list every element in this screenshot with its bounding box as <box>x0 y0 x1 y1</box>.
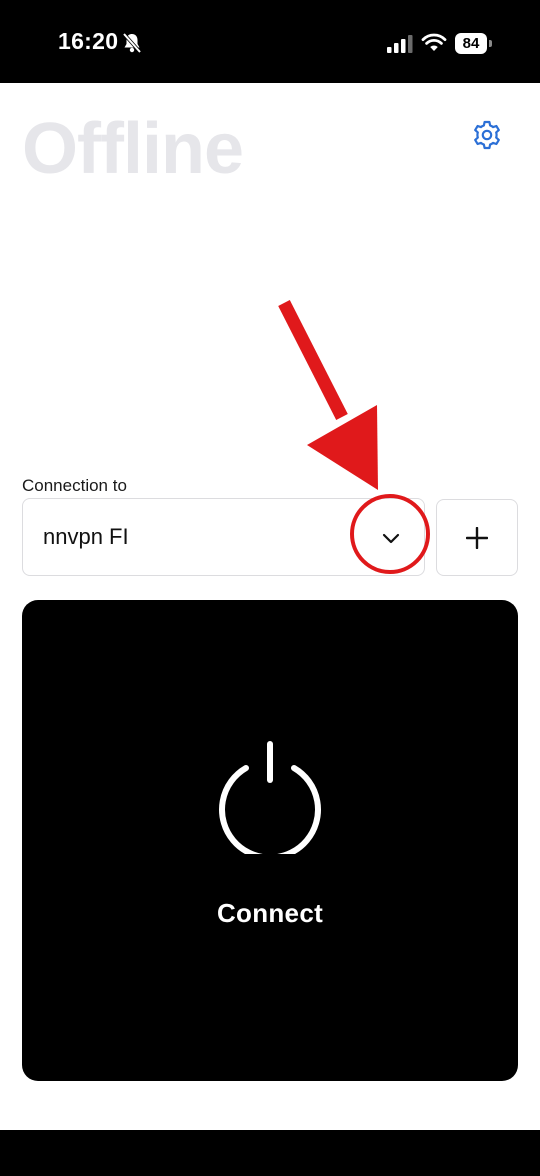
connection-selected-value: nnvpn FI <box>43 524 129 549</box>
status-bar: 16:20 84 <box>0 0 540 83</box>
chevron-down-icon[interactable] <box>381 528 401 548</box>
battery-tip <box>489 40 492 47</box>
connection-status-title: Offline <box>22 109 244 189</box>
connect-label: Connect <box>216 898 324 928</box>
connection-label: Connection to <box>22 476 127 495</box>
plus-icon <box>466 527 488 549</box>
gear-icon[interactable] <box>470 118 504 152</box>
status-time: 16:20 <box>58 28 119 54</box>
connection-select[interactable]: nnvpn FI <box>22 498 425 576</box>
battery-indicator: 84 <box>455 33 493 54</box>
add-connection-button[interactable] <box>436 499 518 576</box>
cellular-signal-icon <box>387 35 413 53</box>
bottom-bar <box>0 1130 540 1176</box>
battery-level: 84 <box>455 33 487 54</box>
bell-slash-icon <box>122 32 142 54</box>
wifi-icon <box>421 33 447 51</box>
arrow-down-icon <box>278 300 378 490</box>
power-icon <box>219 741 321 854</box>
connect-button[interactable]: Connect <box>22 600 518 1081</box>
